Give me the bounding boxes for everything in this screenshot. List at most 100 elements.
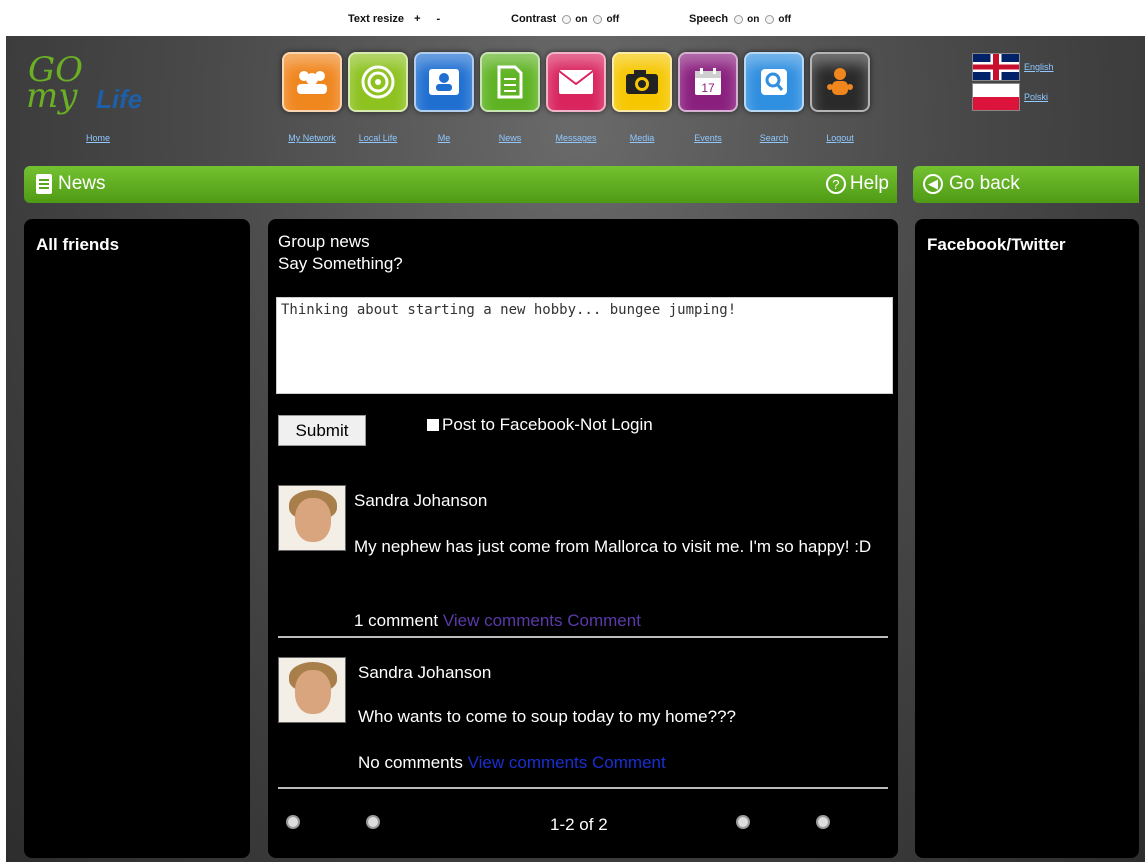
language-english-label: English [1024, 62, 1054, 72]
avatar-face [295, 498, 331, 542]
contrast-off-label: off [606, 13, 620, 25]
nav-label-media: Media [629, 133, 655, 143]
post-divider [278, 787, 888, 789]
calendar-icon: 17 [678, 52, 738, 112]
first-page-button[interactable] [286, 815, 300, 829]
text-increase-button[interactable]: + [414, 13, 420, 25]
nav-label-news: News [498, 133, 522, 143]
post-author: Sandra Johanson [358, 663, 492, 682]
contrast-on-radio[interactable] [562, 14, 572, 24]
group-news-heading: Group news Say Something? [278, 231, 403, 275]
uk-flag-icon [972, 53, 1020, 81]
nav-media[interactable]: Media [610, 52, 674, 152]
nav-my-network[interactable]: My Network [280, 52, 344, 152]
speech-off-label: off [778, 13, 792, 25]
magnifier-icon [744, 52, 804, 112]
nav-logout[interactable]: Logout [808, 52, 872, 152]
speech-group: Speech on off [689, 13, 791, 25]
language-selector: English Polski [972, 52, 1054, 112]
comment-link[interactable]: Comment [592, 753, 666, 772]
speech-off-radio[interactable] [765, 14, 775, 24]
nav-search[interactable]: Search [742, 52, 806, 152]
help-label: Help [849, 173, 889, 194]
poland-flag-icon [972, 83, 1020, 111]
nav-label-me: Me [437, 133, 451, 143]
nav-label-my-network: My Network [288, 133, 336, 143]
comment-count: 1 comment [354, 611, 439, 630]
comment-link[interactable]: Comment [567, 611, 641, 630]
logout-figure-icon [810, 52, 870, 112]
news-title: News [36, 173, 106, 195]
all-friends-title: All friends [36, 235, 120, 254]
last-page-button[interactable] [816, 815, 830, 829]
post-author: Sandra Johanson [354, 491, 488, 510]
main-navigation: My Network Local Life Me News Messages M… [280, 52, 880, 152]
gomylife-logo[interactable]: GO my Life [22, 50, 172, 140]
speech-on-radio[interactable] [734, 14, 744, 24]
news-title-bar: News ? Help [24, 166, 897, 203]
home-link[interactable]: Home [86, 133, 110, 143]
document-icon [480, 52, 540, 112]
nav-label-logout: Logout [826, 133, 854, 143]
news-title-label: News [58, 173, 106, 194]
accessibility-bar: Text resize + - Contrast on off Speech o… [0, 0, 1145, 36]
nav-local-life[interactable]: Local Life [346, 52, 410, 152]
arrow-left-icon: ◀ [923, 174, 943, 194]
contrast-off-radio[interactable] [593, 14, 603, 24]
comment-count: No comments [358, 753, 463, 772]
header: GO my Life Home My Network Local Life Me… [6, 36, 1145, 162]
pagination: 1-2 of 2 [268, 809, 898, 849]
post-meta: No comments View comments Comment [358, 753, 666, 773]
language-polski-label: Polski [1024, 92, 1049, 102]
target-icon [348, 52, 408, 112]
svg-text:17: 17 [701, 81, 715, 95]
network-icon [282, 52, 342, 112]
nav-events[interactable]: 17 Events [676, 52, 740, 152]
post-divider [278, 636, 888, 638]
all-friends-panel: All friends [24, 219, 250, 858]
post-to-facebook-checkbox[interactable] [427, 419, 439, 431]
nav-label-search: Search [759, 133, 789, 143]
contrast-group: Contrast on off [511, 13, 619, 25]
pagination-status: 1-2 of 2 [550, 815, 608, 834]
avatar[interactable] [278, 485, 346, 551]
nav-me[interactable]: Me [412, 52, 476, 152]
person-icon [414, 52, 474, 112]
group-news-title: Group news [278, 232, 370, 251]
news-post: Sandra Johanson My nephew has just come … [278, 485, 888, 635]
view-comments-link[interactable]: View comments [443, 611, 563, 630]
view-comments-link[interactable]: View comments [468, 753, 588, 772]
text-decrease-button[interactable]: - [437, 13, 441, 25]
post-textarea[interactable]: Thinking about starting a new hobby... b… [276, 297, 893, 394]
logo-life: Life [96, 84, 143, 114]
document-icon [36, 174, 52, 194]
camera-icon [612, 52, 672, 112]
go-back-button[interactable]: ◀ Go back [913, 166, 1139, 203]
facebook-twitter-panel: Facebook/Twitter [915, 219, 1139, 858]
envelope-icon [546, 52, 606, 112]
contrast-on-label: on [575, 13, 588, 25]
previous-page-button[interactable] [366, 815, 380, 829]
text-resize-label: Text resize [348, 13, 405, 25]
nav-label-local-life: Local Life [358, 133, 398, 143]
help-button[interactable]: ? Help [825, 173, 889, 195]
next-page-button[interactable] [736, 815, 750, 829]
avatar[interactable] [278, 657, 346, 723]
speech-label: Speech [689, 13, 729, 25]
post-meta: 1 comment View comments Comment [354, 611, 641, 631]
language-english[interactable]: English [972, 52, 1054, 82]
news-post: Sandra Johanson Who wants to come to sou… [278, 657, 888, 787]
avatar-face [295, 670, 331, 714]
text-resize-group: Text resize + - [348, 13, 440, 25]
post-to-facebook-label: Post to Facebook-Not Login [442, 415, 653, 434]
question-mark-icon: ? [825, 174, 846, 194]
post-to-facebook-option[interactable]: Post to Facebook-Not Login [427, 415, 653, 435]
submit-button[interactable]: Submit [278, 415, 366, 446]
language-polski[interactable]: Polski [972, 82, 1054, 112]
speech-on-label: on [747, 13, 760, 25]
go-back-label: Go back [949, 173, 1020, 194]
nav-label-messages: Messages [555, 133, 597, 143]
nav-news[interactable]: News [478, 52, 542, 152]
post-text: My nephew has just come from Mallorca to… [354, 537, 872, 556]
nav-messages[interactable]: Messages [544, 52, 608, 152]
